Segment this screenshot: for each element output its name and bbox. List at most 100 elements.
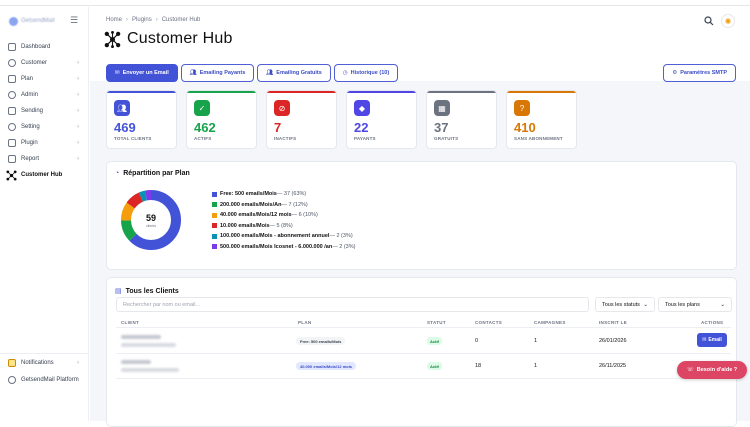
chevron-right-icon: › <box>77 140 79 146</box>
column-header[interactable]: STATUT <box>427 320 446 325</box>
sidebar-item-plan[interactable]: Plan › <box>0 71 89 87</box>
stat-card-total: 👥︎ 469 TOTAL CLIENTS <box>106 90 177 149</box>
legend-item: Free: 500 emails/Mois — 37 (63%) <box>212 189 355 200</box>
stat-accent-bar <box>187 91 256 93</box>
top-bar <box>0 0 750 6</box>
client-search-input[interactable]: Rechercher par nom ou email... <box>116 297 589 312</box>
legend-swatch <box>212 191 217 197</box>
sidebar-item-admin[interactable]: Admin › <box>0 87 89 103</box>
column-header[interactable]: PLAN <box>298 320 311 325</box>
send-email-button[interactable]: ✉ Envoyer un Email <box>106 64 178 82</box>
breadcrumb-home[interactable]: Home <box>106 17 122 23</box>
table-row[interactable]: Free: 500 emails/Mois Actif 0 1 26/01/20… <box>116 329 731 354</box>
breadcrumb-plugins[interactable]: Plugins <box>132 17 152 23</box>
legend-swatch <box>212 244 217 250</box>
legend-swatch <box>212 212 217 218</box>
tab-label: Envoyer un Email <box>122 70 169 76</box>
report-icon <box>8 155 16 163</box>
chevron-right-icon: › <box>77 124 79 130</box>
tab-historique[interactable]: ◷ Historique (10) <box>333 64 399 82</box>
mail-icon: ✉ <box>115 70 120 76</box>
admin-icon <box>8 91 16 99</box>
dashboard-icon <box>8 43 16 51</box>
sidebar-item-label: Plugin <box>21 140 38 146</box>
sidebar-item-customer[interactable]: Customer › <box>0 55 89 71</box>
sidebar-item-notifications[interactable]: Notifications › <box>0 354 89 371</box>
row-email-button[interactable]: ✉ Email <box>697 333 727 347</box>
status-filter-select[interactable]: Tous les statuts ⌄ <box>595 297 655 312</box>
table-row[interactable]: 40.000 emails/Mois/12 mois Actif 18 1 26… <box>116 354 731 379</box>
search-icon[interactable] <box>702 14 716 28</box>
sidebar-item-label: Dashboard <box>21 44 51 50</box>
tab-emailing-payants[interactable]: 👥︎ Emailing Payants <box>180 64 255 82</box>
clients-title-text: Tous les Clients <box>125 287 179 295</box>
clients-card: ▤ Tous les Clients Rechercher par nom ou… <box>106 277 737 427</box>
help-button[interactable]: ☏ Besoin d'aide ? <box>677 361 747 379</box>
theme-toggle-icon[interactable]: ✺ <box>721 14 735 28</box>
breadcrumb-current: Customer Hub <box>161 17 201 23</box>
legend-label: 200.000 emails/Mois/An <box>220 201 282 208</box>
stat-value: 469 <box>114 120 136 135</box>
diamond-icon: ◆ <box>354 100 370 116</box>
sidebar-item-label: Setting <box>21 124 40 130</box>
sidebar-item-report[interactable]: Report › <box>0 151 89 167</box>
check-icon: ✓ <box>194 100 210 116</box>
sending-icon <box>8 107 16 115</box>
stat-card-payants: ◆ 22 PAYANTS <box>346 90 417 149</box>
contacts-value: 0 <box>475 338 479 344</box>
sidebar-item-plugin[interactable]: Plugin › <box>0 135 89 151</box>
legend-detail: — 2 (3%) <box>332 243 356 250</box>
legend-swatch <box>212 233 217 239</box>
stat-card-gratuits: ▦ 37 GRATUITS <box>426 90 497 149</box>
column-header[interactable]: CAMPAGNES <box>534 320 566 325</box>
pie-chart-icon: ◔ <box>115 170 120 177</box>
block-icon: ⊘ <box>274 100 290 116</box>
users-icon: 👥︎ <box>189 70 197 76</box>
sidebar-item-label: Customer Hub <box>21 172 63 178</box>
donut-total: 59 <box>145 213 156 223</box>
client-email-redacted <box>121 368 179 372</box>
sidebar: GetsendMail ☰ Dashboard Customer › Plan … <box>0 7 89 421</box>
sidebar-item-platform[interactable]: GetsendMail Platform <box>0 371 89 388</box>
stat-value: 462 <box>194 120 216 135</box>
row-email-label: Email <box>708 337 722 343</box>
legend-item: 100.000 emails/Mois - abonnement annuel … <box>212 231 355 242</box>
brand-logo[interactable]: GetsendMail <box>9 16 57 26</box>
stat-label: SANS ABONNEMENT <box>514 136 563 141</box>
column-header[interactable]: CONTACTS <box>475 320 502 325</box>
column-header[interactable]: INSCRIT LE <box>599 320 627 325</box>
legend-detail: — 37 (63%) <box>276 191 307 198</box>
sidebar-collapse-icon[interactable]: ☰ <box>68 15 80 25</box>
main-content: Home › Plugins › Customer Hub Customer H… <box>90 7 750 427</box>
stat-accent-bar <box>347 91 416 93</box>
brand-label: GetsendMail <box>21 18 55 24</box>
tab-emailing-gratuits[interactable]: 👥︎ Emailing Gratuits <box>257 64 331 82</box>
chevron-right-icon: › <box>77 92 79 98</box>
stat-label: ACTIFS <box>194 136 212 141</box>
customer-icon <box>8 59 16 67</box>
column-header[interactable]: CLIENT <box>121 320 139 325</box>
stat-value: 37 <box>434 120 449 135</box>
clients-title: ▤ Tous les Clients <box>115 287 179 296</box>
column-header[interactable]: ACTIONS <box>701 320 723 325</box>
sidebar-item-setting[interactable]: Setting › <box>0 119 89 135</box>
chevron-right-icon: › <box>77 60 79 66</box>
smtp-settings-button[interactable]: ⚙ Paramètres SMTP <box>663 64 736 82</box>
tab-label: Historique (10) <box>350 70 390 76</box>
stat-accent-bar <box>107 91 176 93</box>
client-email-redacted <box>121 343 176 347</box>
distribution-card: ◔ Répartition par Plan 59 clients Free: … <box>106 161 737 270</box>
sidebar-item-dashboard[interactable]: Dashboard <box>0 39 89 55</box>
plugin-icon <box>8 139 16 147</box>
hub-icon <box>6 169 17 181</box>
plan-filter-select[interactable]: Tous les plans ⌄ <box>658 297 732 312</box>
stat-value: 7 <box>274 120 282 135</box>
legend-item: 200.000 emails/Mois/An — 7 (12%) <box>212 200 355 211</box>
sidebar-item-sending[interactable]: Sending › <box>0 103 89 119</box>
donut-total-label: clients <box>146 224 156 228</box>
sidebar-item-customer-hub[interactable]: Customer Hub <box>0 167 89 183</box>
sidebar-footer: Notifications › GetsendMail Platform <box>0 353 89 388</box>
hub-icon <box>104 30 121 48</box>
chevron-right-icon: › <box>77 76 79 82</box>
stat-label: TOTAL CLIENTS <box>114 136 152 141</box>
